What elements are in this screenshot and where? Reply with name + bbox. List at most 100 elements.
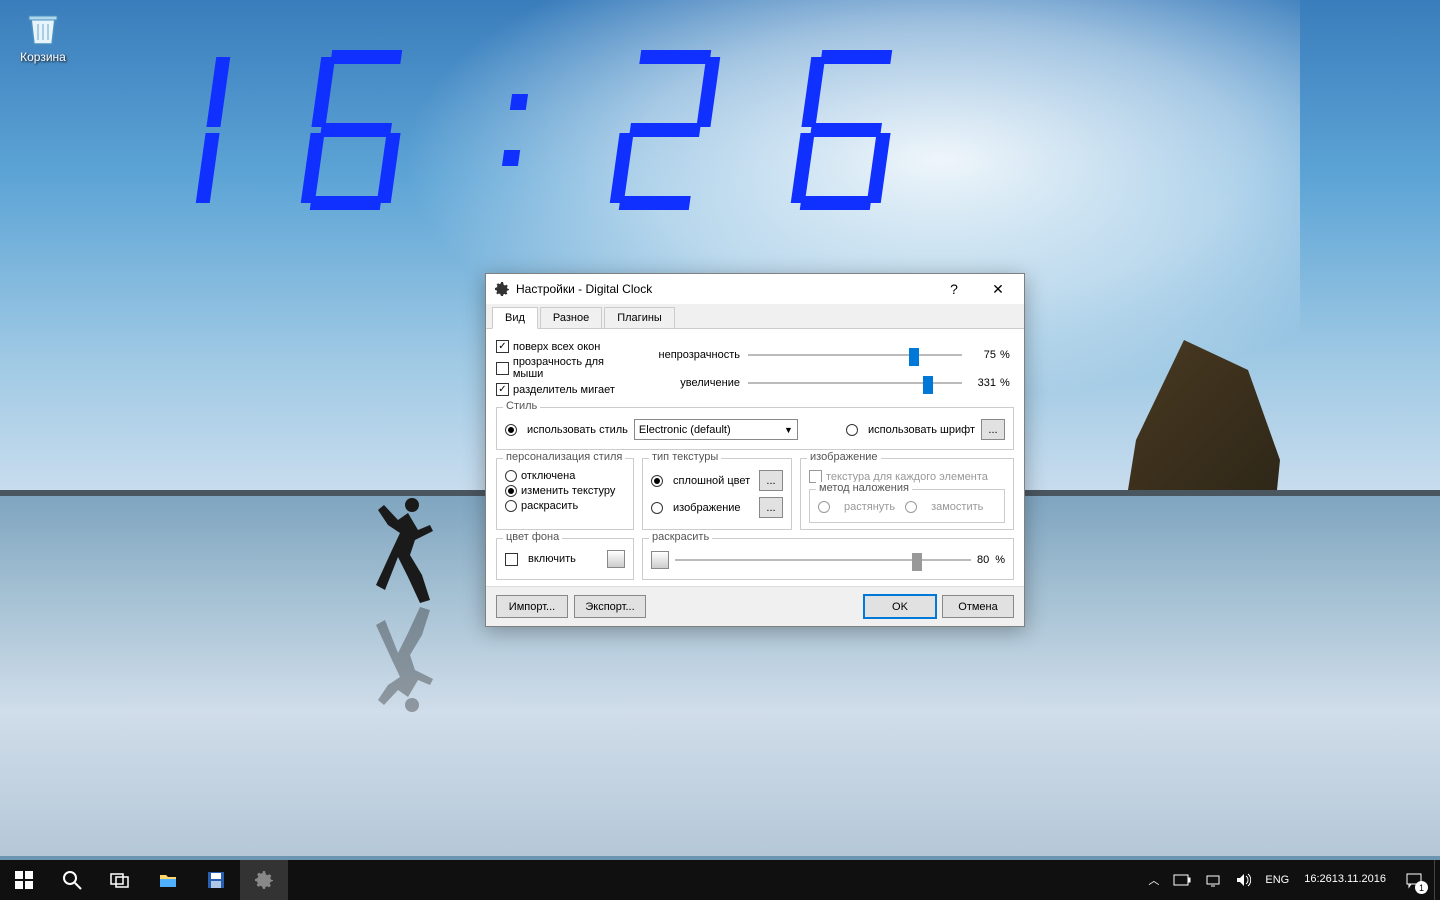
legend-personalization: персонализация стиля xyxy=(503,451,625,463)
group-style: Стиль использовать стиль Electronic (def… xyxy=(496,407,1014,450)
tab-bar: Вид Разное Плагины xyxy=(486,304,1024,329)
tray-date: 13.11.2016 xyxy=(1332,873,1386,886)
tray-network-icon[interactable] xyxy=(1198,860,1228,900)
label-tile: замостить xyxy=(931,501,983,513)
label-bg-enable: включить xyxy=(528,553,601,565)
taskbar-app-save[interactable] xyxy=(192,860,240,900)
legend-colorize: раскрасить xyxy=(649,531,712,543)
slider-opacity[interactable] xyxy=(748,345,962,365)
dialog-footer: Импорт... Экспорт... OK Отмена xyxy=(486,586,1024,626)
button-pick-image[interactable]: ... xyxy=(759,497,783,518)
export-button[interactable]: Экспорт... xyxy=(574,595,646,618)
tray-time: 16:26 xyxy=(1304,873,1332,886)
value-colorize: 80 xyxy=(977,554,989,566)
taskbar[interactable]: ︿ ENG 16:26 13.11.2016 1 xyxy=(0,860,1440,900)
cancel-button[interactable]: Отмена xyxy=(942,595,1014,618)
value-zoom: 331 xyxy=(966,377,996,389)
legend-image: изображение xyxy=(807,451,881,463)
group-texture-type: тип текстуры сплошной цвет... изображени… xyxy=(642,458,792,530)
label-pers-texture: изменить текстуру xyxy=(521,485,615,497)
tab-plugins[interactable]: Плагины xyxy=(604,307,675,328)
label-stretch: растянуть xyxy=(844,501,895,513)
radio-use-style[interactable] xyxy=(505,424,517,436)
select-style[interactable]: Electronic (default)▼ xyxy=(634,419,798,440)
legend-style: Стиль xyxy=(503,400,540,412)
unit-zoom: % xyxy=(1000,377,1014,389)
label-use-font: использовать шрифт xyxy=(868,424,975,436)
group-image: изображение текстура для каждого элемент… xyxy=(800,458,1014,530)
radio-tile xyxy=(905,501,917,513)
show-desktop-button[interactable] xyxy=(1434,860,1440,900)
import-button[interactable]: Импорт... xyxy=(496,595,568,618)
label-pers-colorize: раскрасить xyxy=(521,500,578,512)
swatch-colorize[interactable] xyxy=(651,551,669,569)
tray-battery-icon[interactable] xyxy=(1166,860,1198,900)
titlebar[interactable]: Настройки - Digital Clock ? ✕ xyxy=(486,274,1024,304)
unit-opacity: % xyxy=(1000,349,1014,361)
value-opacity: 75 xyxy=(966,349,996,361)
label-opacity: непрозрачность xyxy=(644,349,744,361)
checkbox-mouse-transparency[interactable] xyxy=(496,362,509,375)
close-button[interactable]: ✕ xyxy=(976,275,1020,303)
tab-body-view: поверх всех окон прозрачность для мыши р… xyxy=(486,329,1024,586)
tray-language[interactable]: ENG xyxy=(1258,860,1296,900)
notification-badge: 1 xyxy=(1415,881,1428,894)
label-pers-disabled: отключена xyxy=(521,470,575,482)
group-personalization: персонализация стиля отключена изменить … xyxy=(496,458,634,530)
legend-bg-color: цвет фона xyxy=(503,531,562,543)
label-per-element: текстура для каждого элемента xyxy=(826,471,988,483)
dialog-title: Настройки - Digital Clock xyxy=(516,282,652,296)
recycle-bin-icon xyxy=(23,8,63,48)
desktop-icon-label: Корзина xyxy=(15,50,71,64)
unit-colorize: % xyxy=(995,554,1005,566)
label-image: изображение xyxy=(673,502,753,514)
radio-pers-disabled[interactable] xyxy=(505,470,517,482)
tray-volume-icon[interactable] xyxy=(1228,860,1258,900)
radio-pers-texture[interactable] xyxy=(505,485,517,497)
tray-datetime[interactable]: 16:26 13.11.2016 xyxy=(1296,860,1394,900)
desktop-icon-recycle-bin[interactable]: Корзина xyxy=(15,8,71,64)
label-solid-color: сплошной цвет xyxy=(673,475,753,487)
group-colorize: раскрасить 80 % xyxy=(642,538,1014,580)
wallpaper-runner-reflection xyxy=(370,605,440,715)
button-font-picker[interactable]: ... xyxy=(981,419,1005,440)
checkbox-bg-enable[interactable] xyxy=(505,553,518,566)
radio-image[interactable] xyxy=(651,502,663,514)
system-tray: ︿ ENG 16:26 13.11.2016 1 xyxy=(1141,860,1440,900)
checkbox-on-top[interactable] xyxy=(496,340,509,353)
wallpaper-runner xyxy=(370,495,440,605)
radio-solid-color[interactable] xyxy=(651,475,663,487)
task-view-button[interactable] xyxy=(96,860,144,900)
slider-colorize[interactable] xyxy=(675,550,971,570)
tab-misc[interactable]: Разное xyxy=(540,307,602,328)
radio-pers-colorize[interactable] xyxy=(505,500,517,512)
taskbar-app-settings[interactable] xyxy=(240,860,288,900)
help-button[interactable]: ? xyxy=(932,275,976,303)
tab-view[interactable]: Вид xyxy=(492,307,538,329)
chevron-down-icon: ▼ xyxy=(784,425,793,435)
label-zoom: увеличение xyxy=(644,377,744,389)
label-on-top: поверх всех окон xyxy=(513,341,600,353)
settings-dialog: Настройки - Digital Clock ? ✕ Вид Разное… xyxy=(485,273,1025,627)
taskbar-app-explorer[interactable] xyxy=(144,860,192,900)
tray-notifications[interactable]: 1 xyxy=(1394,860,1434,900)
label-mouse-transparency: прозрачность для мыши xyxy=(513,356,636,380)
gear-icon xyxy=(494,281,510,297)
checkbox-separator-blinks[interactable] xyxy=(496,383,509,396)
label-separator-blinks: разделитель мигает xyxy=(513,384,615,396)
start-button[interactable] xyxy=(0,860,48,900)
tray-chevron-up-icon[interactable]: ︿ xyxy=(1141,860,1166,900)
label-use-style: использовать стиль xyxy=(527,424,628,436)
radio-use-font[interactable] xyxy=(846,424,858,436)
legend-overlay: метод наложения xyxy=(816,482,912,494)
legend-texture-type: тип текстуры xyxy=(649,451,721,463)
button-pick-color[interactable]: ... xyxy=(759,470,783,491)
search-button[interactable] xyxy=(48,860,96,900)
group-overlay-method: метод наложения растянуть замостить xyxy=(809,489,1005,523)
swatch-bg-color[interactable] xyxy=(607,550,625,568)
ok-button[interactable]: OK xyxy=(864,595,936,618)
radio-stretch xyxy=(818,501,830,513)
group-bg-color: цвет фона включить xyxy=(496,538,634,580)
slider-zoom[interactable] xyxy=(748,373,962,393)
digital-clock-widget[interactable] xyxy=(130,50,897,234)
